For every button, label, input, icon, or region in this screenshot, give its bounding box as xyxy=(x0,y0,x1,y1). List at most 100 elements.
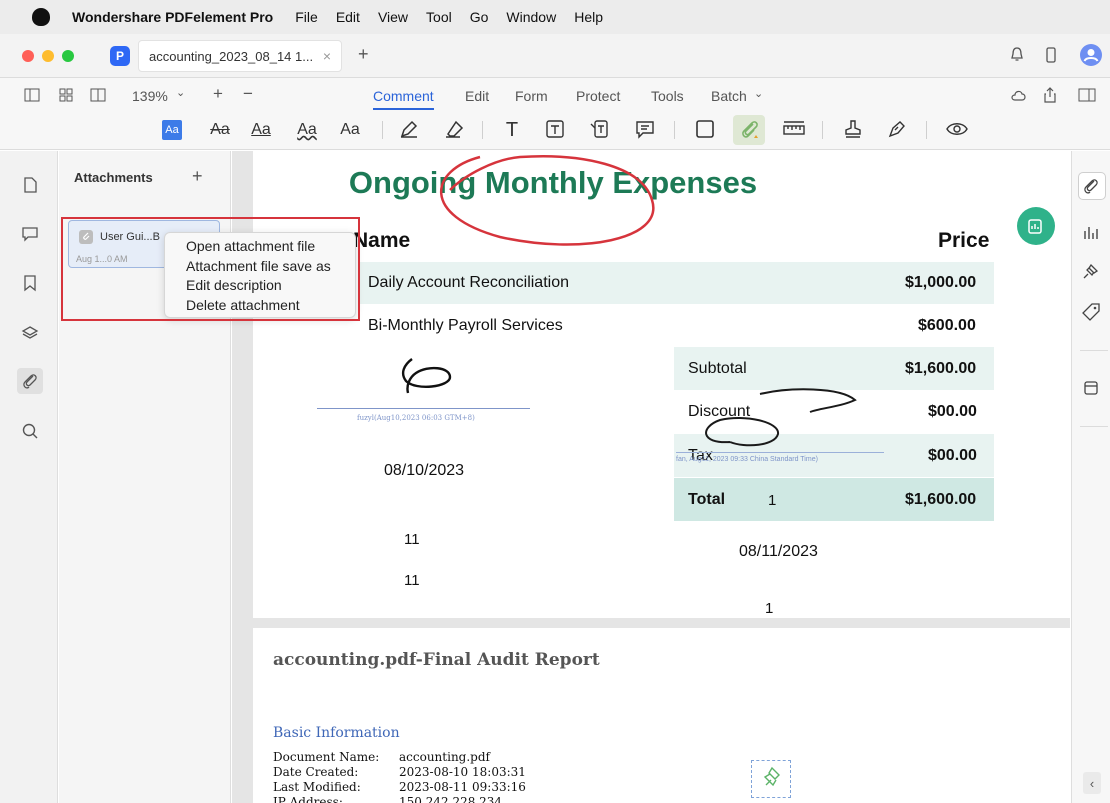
date-field: 08/11/2023 xyxy=(739,543,818,560)
rectangle-icon[interactable] xyxy=(694,118,716,140)
device-icon[interactable] xyxy=(1042,46,1060,64)
right-panel-icon[interactable] xyxy=(1078,88,1096,102)
tab-batch[interactable]: Batch xyxy=(711,88,747,104)
pin-icon[interactable] xyxy=(1080,260,1102,282)
share-icon[interactable] xyxy=(1042,86,1058,104)
insert-text-tool[interactable]: Aa xyxy=(337,118,363,142)
menu-edit[interactable]: Edit xyxy=(336,9,360,25)
menu-file[interactable]: File xyxy=(295,9,318,25)
menu-view[interactable]: View xyxy=(378,9,408,25)
minimize-window-button[interactable] xyxy=(42,50,54,62)
summary-value: $00.00 xyxy=(928,447,977,464)
new-tab-button[interactable]: + xyxy=(358,44,369,65)
panel-icon[interactable] xyxy=(1080,377,1102,399)
summary-value: $1,600.00 xyxy=(905,360,977,377)
page-icon[interactable] xyxy=(20,175,40,195)
separator xyxy=(382,121,383,139)
tab-form[interactable]: Form xyxy=(515,88,548,104)
audit-field-value: accounting.pdf xyxy=(399,750,490,764)
tab-edit[interactable]: Edit xyxy=(465,88,489,104)
signature-scribble[interactable] xyxy=(690,382,870,457)
floating-edit-button[interactable] xyxy=(1017,207,1055,245)
pencil-icon[interactable] xyxy=(398,118,420,140)
row-name: Bi-Monthly Payroll Services xyxy=(368,317,563,334)
batch-dropdown-icon[interactable]: ⌄ xyxy=(754,87,763,100)
attachments-title: Attachments xyxy=(74,170,153,185)
thumbnails-icon[interactable] xyxy=(58,87,74,103)
signature-line xyxy=(676,452,884,453)
close-window-button[interactable] xyxy=(22,50,34,62)
right-rail xyxy=(1071,151,1110,803)
stamp-icon[interactable] xyxy=(842,118,864,140)
summary-label: Subtotal xyxy=(688,360,747,377)
pin-annotation[interactable] xyxy=(751,760,791,798)
summary-value: $1,600.00 xyxy=(905,491,977,508)
tab-protect[interactable]: Protect xyxy=(576,88,620,104)
note-icon[interactable] xyxy=(634,118,656,140)
text-box-icon[interactable]: T xyxy=(500,118,524,142)
zoom-window-button[interactable] xyxy=(62,50,74,62)
comment-icon[interactable] xyxy=(20,224,40,244)
bar-chart-icon[interactable] xyxy=(1080,221,1102,243)
bookmark-icon[interactable] xyxy=(20,273,40,293)
strikethrough-tool[interactable]: Aa xyxy=(207,118,233,142)
separator xyxy=(926,121,927,139)
layers-icon[interactable] xyxy=(20,323,40,343)
highlight-box-annotation xyxy=(61,217,360,321)
audit-field-label: IP Address: xyxy=(273,795,343,803)
number-field: 1 xyxy=(765,600,774,617)
signature-scribble[interactable] xyxy=(392,355,464,397)
audit-field-value: 150.242.228.234 xyxy=(399,795,503,803)
paperclip-icon[interactable] xyxy=(1080,175,1102,197)
paperclip-icon[interactable] xyxy=(20,371,40,391)
menu-help[interactable]: Help xyxy=(574,9,603,25)
audit-fields: Document Name: accounting.pdf Date Create… xyxy=(273,750,526,803)
sidebar-toggle-icon[interactable] xyxy=(24,88,40,102)
underline-tool[interactable]: Aa xyxy=(248,118,274,142)
number-field: 11 xyxy=(404,531,420,548)
cloud-icon[interactable] xyxy=(1010,88,1028,102)
measure-icon[interactable] xyxy=(782,120,806,138)
text-field-icon[interactable] xyxy=(544,118,566,140)
menu-tool[interactable]: Tool xyxy=(426,9,452,25)
zoom-level[interactable]: 139% xyxy=(132,88,168,104)
bell-icon[interactable] xyxy=(1008,46,1026,64)
document-tab[interactable]: accounting_2023_08_14 1... × xyxy=(138,40,342,72)
page-layout-icon[interactable] xyxy=(90,88,106,102)
column-price-header: Price xyxy=(938,229,990,252)
paperclip-icon[interactable] xyxy=(738,118,760,140)
user-avatar-icon[interactable] xyxy=(1080,44,1102,66)
highlight-text-tool[interactable]: Aa xyxy=(162,120,182,140)
menu-window[interactable]: Window xyxy=(506,9,556,25)
add-attachment-button[interactable]: + xyxy=(192,166,203,187)
tab-tools[interactable]: Tools xyxy=(651,88,684,104)
audit-field-label: Date Created: xyxy=(273,765,359,779)
apple-icon[interactable] xyxy=(32,8,50,26)
menu-app-name[interactable]: Wondershare PDFelement Pro xyxy=(72,9,273,25)
tag-icon[interactable] xyxy=(1080,301,1102,323)
signature-line xyxy=(317,408,530,409)
app-logo-icon: P xyxy=(110,46,130,66)
separator xyxy=(1080,426,1108,427)
tab-comment[interactable]: Comment xyxy=(373,88,434,110)
ink-ellipse-annotation[interactable] xyxy=(410,145,680,255)
zoom-dropdown-icon[interactable]: ⌄ xyxy=(176,86,185,99)
zoom-out-button[interactable]: − xyxy=(243,84,253,104)
callout-icon[interactable] xyxy=(588,118,610,140)
eraser-icon[interactable] xyxy=(442,118,464,140)
menu-go[interactable]: Go xyxy=(470,9,489,25)
total-extra-number: 1 xyxy=(768,492,777,509)
zoom-in-button[interactable]: + xyxy=(213,84,223,104)
collapse-panel-button[interactable]: ‹ xyxy=(1083,772,1101,794)
eye-icon[interactable] xyxy=(945,120,969,138)
audit-report-title: accounting.pdf-Final Audit Report xyxy=(273,650,600,670)
squiggly-tool[interactable]: Aa xyxy=(294,118,320,142)
signature-pen-icon[interactable] xyxy=(886,118,908,140)
separator xyxy=(674,121,675,139)
tab-title: accounting_2023_08_14 1... xyxy=(149,48,314,64)
search-icon[interactable] xyxy=(20,421,40,441)
column-name-header: Name xyxy=(353,229,411,252)
audit-field-value: 2023-08-10 18:03:31 xyxy=(399,765,526,779)
separator xyxy=(482,121,483,139)
tab-close-icon[interactable]: × xyxy=(323,48,331,64)
